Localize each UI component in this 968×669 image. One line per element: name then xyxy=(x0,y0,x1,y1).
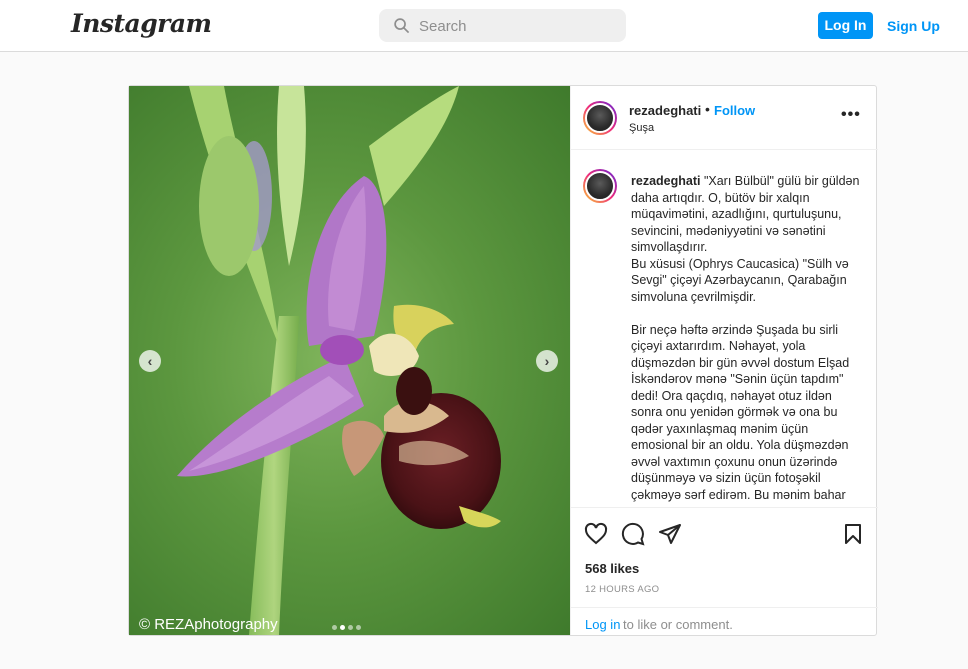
carousel-dot xyxy=(348,625,353,630)
carousel-dot-active xyxy=(340,625,345,630)
post-card: ‹ › © REZAphotography rezadeghati • Foll… xyxy=(128,85,878,636)
likes-count[interactable]: 568 likes xyxy=(585,561,639,576)
chevron-left-icon: ‹ xyxy=(147,353,153,369)
more-options-icon[interactable]: ••• xyxy=(841,106,861,124)
carousel-dot xyxy=(356,625,361,630)
previous-photo-button[interactable]: ‹ xyxy=(139,350,161,372)
caption-avatar[interactable] xyxy=(583,169,617,203)
caption-section: rezadeghati "Xarı Bülbül" gülü bir güldə… xyxy=(571,151,878,506)
post-location[interactable]: Şuşa xyxy=(629,122,654,134)
instagram-logo[interactable]: Instagram xyxy=(71,9,212,38)
orchid-illustration xyxy=(177,86,501,635)
actions-section: 568 likes 12 HOURS AGO Log in to like or… xyxy=(571,507,878,635)
comment-prompt: to like or comment. xyxy=(623,617,733,632)
next-photo-button[interactable]: › xyxy=(536,350,558,372)
send-icon[interactable] xyxy=(658,522,682,546)
heart-icon[interactable] xyxy=(584,522,608,546)
post-photo[interactable]: ‹ › © REZAphotography xyxy=(129,86,570,635)
caption-username[interactable]: rezadeghati xyxy=(631,174,700,188)
comment-login-link[interactable]: Log in xyxy=(585,617,620,632)
search-bar[interactable]: Search xyxy=(379,9,626,42)
caption-body: "Xarı Bülbül" gülü bir güldən daha artıq… xyxy=(631,174,860,502)
top-navigation: Instagram Search Log In Sign Up xyxy=(0,0,968,52)
comment-bar: Log in to like or comment. xyxy=(571,607,878,636)
login-button[interactable]: Log In xyxy=(818,12,873,39)
caption-text: rezadeghati "Xarı Bülbül" gülü bir güldə… xyxy=(631,173,861,503)
post-header: rezadeghati • Follow Şuşa ••• xyxy=(571,86,878,150)
post-side-panel: rezadeghati • Follow Şuşa ••• rezadeghat… xyxy=(570,86,878,635)
search-placeholder: Search xyxy=(419,18,467,35)
chevron-right-icon: › xyxy=(544,353,550,369)
photo-watermark: © REZAphotography xyxy=(139,616,278,633)
bookmark-icon[interactable] xyxy=(841,522,865,546)
avatar[interactable] xyxy=(583,101,617,135)
follow-button[interactable]: Follow xyxy=(714,103,755,118)
comment-icon[interactable] xyxy=(621,522,645,546)
carousel-indicator xyxy=(332,617,364,635)
signup-link[interactable]: Sign Up xyxy=(887,18,940,34)
post-username[interactable]: rezadeghati xyxy=(629,103,701,118)
search-icon xyxy=(394,18,410,34)
separator-dot: • xyxy=(705,101,710,117)
carousel-dot xyxy=(332,625,337,630)
post-timestamp[interactable]: 12 HOURS AGO xyxy=(585,584,659,595)
